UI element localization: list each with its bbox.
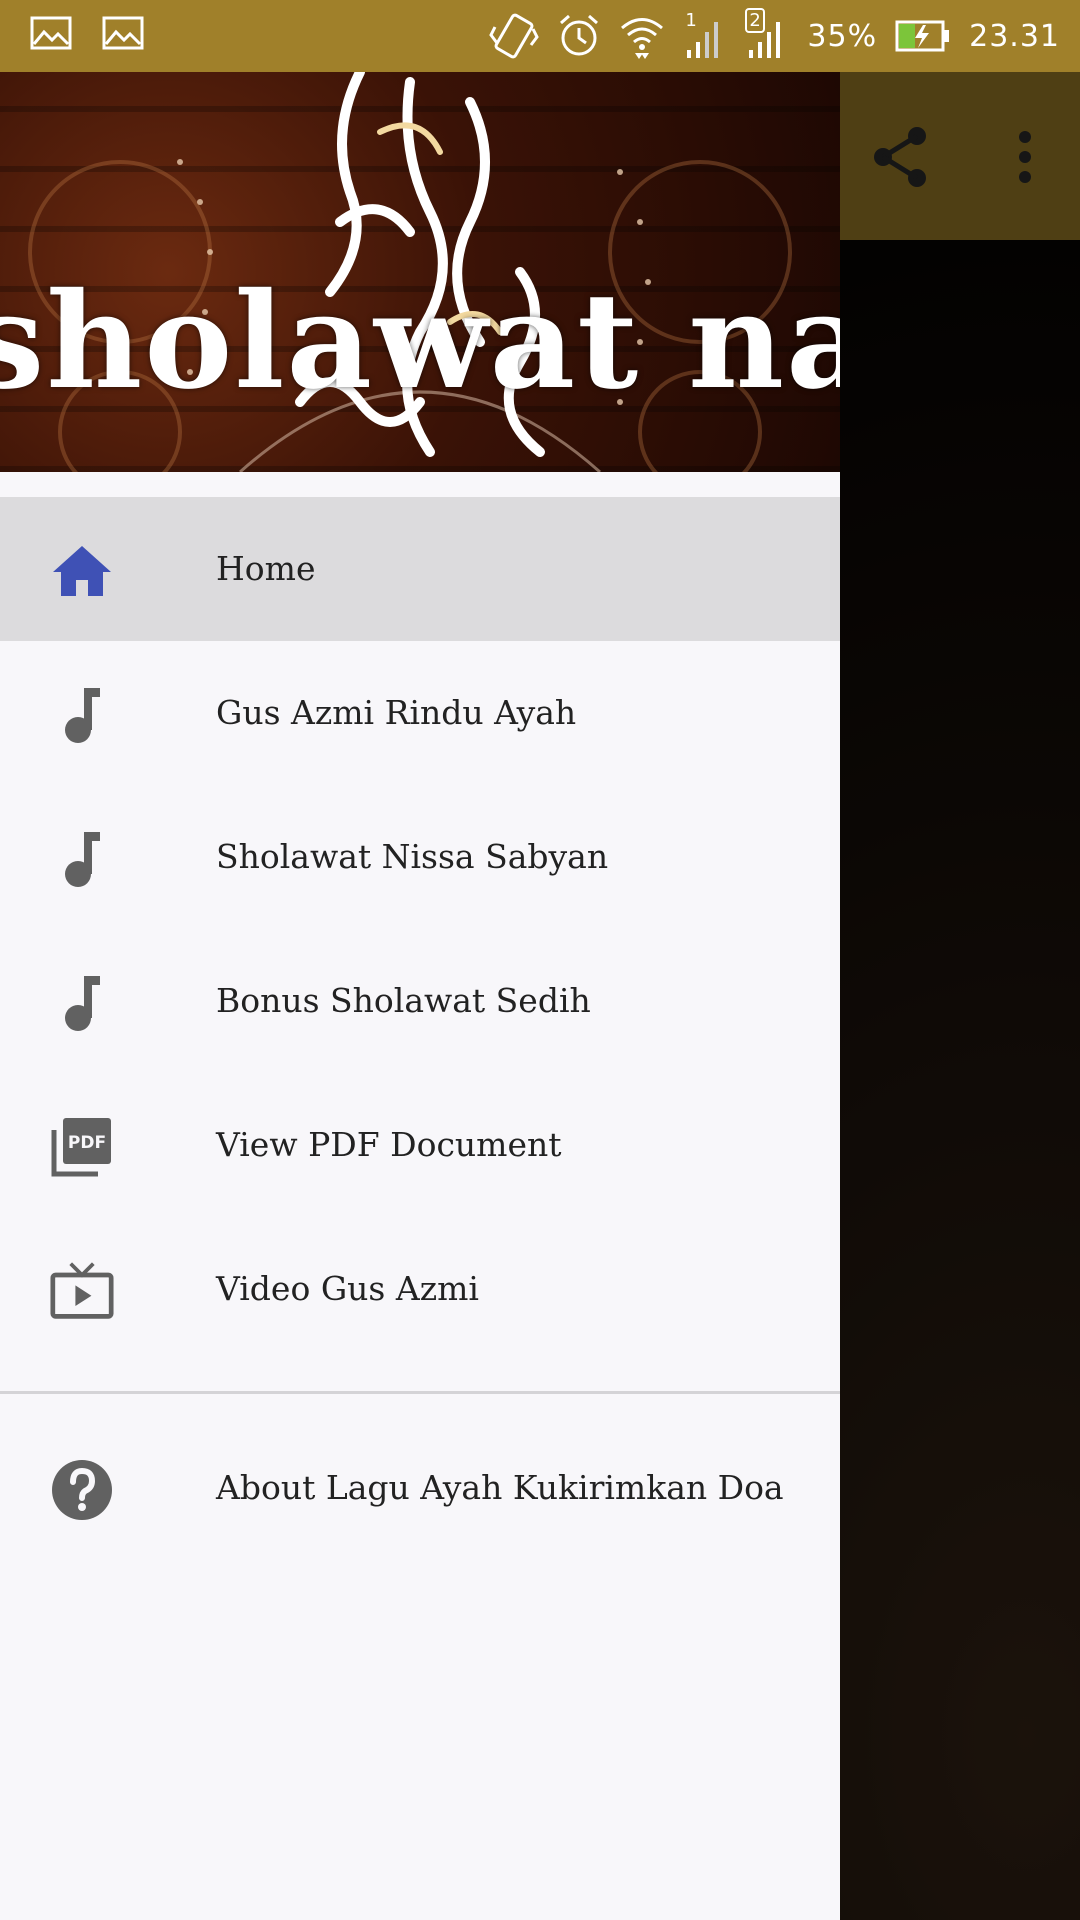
menu-item-sholawat-nissa-sabyan[interactable]: Sholawat Nissa Sabyan bbox=[0, 785, 840, 929]
drawer-header-title: sholawat nab bbox=[0, 264, 840, 419]
menu-item-label: Home bbox=[216, 549, 316, 588]
menu-item-home[interactable]: Home bbox=[0, 497, 840, 641]
drawer-header: sholawat nab bbox=[0, 72, 840, 472]
sim1-label: 1 bbox=[685, 10, 697, 31]
menu-item-label: Gus Azmi Rindu Ayah bbox=[216, 693, 577, 732]
image-notification-icon bbox=[102, 16, 144, 52]
clock: 23.31 bbox=[969, 18, 1060, 54]
menu-item-label: Sholawat Nissa Sabyan bbox=[216, 837, 609, 876]
home-icon bbox=[50, 539, 114, 603]
drawer-menu: Home Gus Azmi Rindu Ayah Sholawat Nissa … bbox=[0, 497, 840, 1560]
music-note-icon bbox=[50, 827, 114, 891]
menu-item-label: About Lagu Ayah Kukirimkan Doa bbox=[216, 1468, 784, 1507]
vibrate-icon bbox=[489, 13, 540, 59]
alarm-icon bbox=[557, 13, 601, 59]
menu-item-bonus-sholawat-sedih[interactable]: Bonus Sholawat Sedih bbox=[0, 929, 840, 1073]
svg-text:PDF: PDF bbox=[68, 1133, 106, 1153]
battery-percent: 35% bbox=[807, 18, 878, 54]
menu-item-label: Video Gus Azmi bbox=[216, 1269, 479, 1308]
music-note-icon bbox=[50, 683, 114, 747]
navigation-drawer: sholawat nab Home Gus Azmi Rindu Ayah Sh… bbox=[0, 72, 840, 1920]
menu-item-gus-azmi-rindu-ayah[interactable]: Gus Azmi Rindu Ayah bbox=[0, 641, 840, 785]
image-notification-icon bbox=[30, 16, 72, 52]
menu-divider bbox=[0, 1391, 840, 1394]
video-icon bbox=[50, 1259, 114, 1323]
menu-item-label: Bonus Sholawat Sedih bbox=[216, 981, 591, 1020]
sim2-label: 2 bbox=[745, 8, 765, 33]
help-icon bbox=[50, 1458, 114, 1522]
music-note-icon bbox=[50, 971, 114, 1035]
menu-item-video-gus-azmi[interactable]: Video Gus Azmi bbox=[0, 1217, 840, 1361]
signal-sim2-icon: 2 bbox=[745, 8, 789, 60]
battery-charging-icon bbox=[895, 19, 951, 53]
menu-item-label: View PDF Document bbox=[216, 1125, 562, 1164]
pdf-icon: PDF bbox=[50, 1115, 114, 1179]
status-bar: 1 2 35% 23.31 bbox=[0, 0, 1080, 72]
menu-item-about[interactable]: About Lagu Ayah Kukirimkan Doa bbox=[0, 1416, 840, 1560]
wifi-icon bbox=[619, 13, 665, 59]
signal-sim1-icon: 1 bbox=[683, 10, 727, 60]
menu-item-view-pdf-document[interactable]: PDF View PDF Document bbox=[0, 1073, 840, 1217]
